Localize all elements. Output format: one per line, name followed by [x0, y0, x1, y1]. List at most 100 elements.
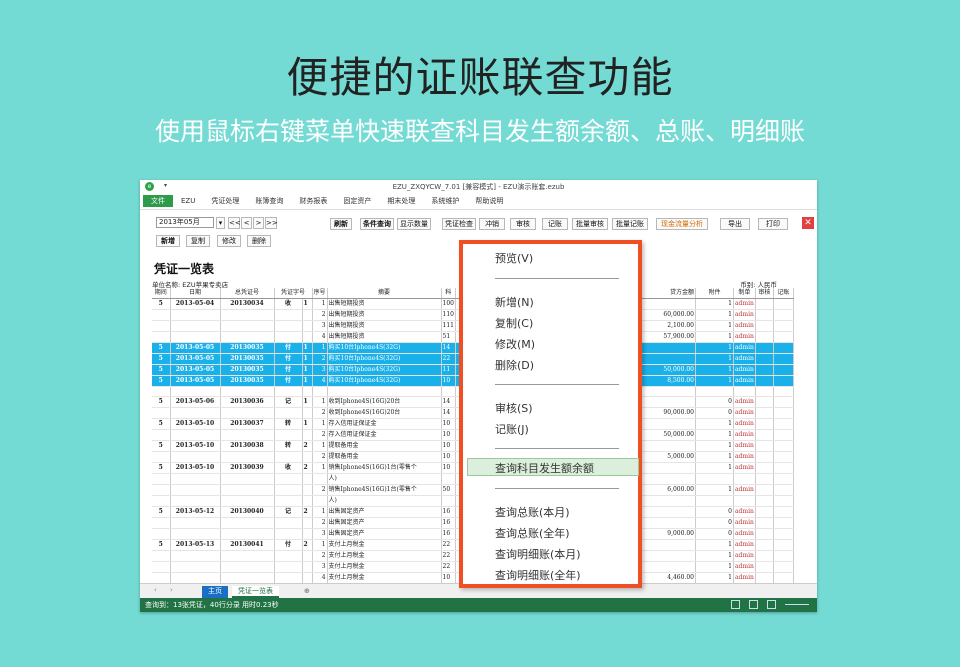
nav-first-button[interactable]: << — [228, 217, 241, 229]
row-summary: 购买10台Iphone4S(32G) — [327, 375, 442, 387]
print-button[interactable]: 打印 — [758, 218, 788, 230]
row-voucher-word: 转 — [274, 440, 303, 453]
edit-button[interactable]: 修改 — [217, 235, 241, 247]
menu-detail-ledger-year[interactable]: 查询明细账(全年) — [495, 567, 581, 583]
row-summary: 购买10台Iphone4S(32G) — [327, 353, 442, 365]
nav-next-button[interactable]: > — [253, 217, 264, 229]
row-voucher-total-no — [220, 429, 275, 442]
tab-voucher-list[interactable]: 凭证一览表 — [232, 586, 279, 598]
tab-scroll-left-icon[interactable]: ‹ — [154, 586, 157, 594]
row-voucher-word: 付 — [274, 375, 303, 387]
window-title: EZU_ZXQYCW_7.01 [兼容模式] - EZU演示账套.ezub — [392, 183, 565, 191]
new-button[interactable]: 新增 — [156, 235, 180, 247]
row-seq: 1 — [312, 396, 328, 409]
close-icon[interactable]: ✕ — [802, 217, 814, 229]
menu-file[interactable]: 文件 — [143, 195, 173, 207]
menu-general-ledger-month[interactable]: 查询总账(本月) — [495, 504, 570, 520]
normal-view-icon[interactable] — [731, 600, 740, 609]
cash-flow-analysis-button[interactable]: 现金流量分析 — [656, 218, 708, 230]
row-voucher-total-no — [220, 407, 275, 420]
row-attachment: 1 — [695, 462, 734, 475]
header-voucher-no: 凭证字号 — [274, 288, 313, 299]
row-attachment: 1 — [695, 539, 734, 552]
menu-period-end[interactable]: 期末处理 — [379, 195, 423, 207]
menu-audit[interactable]: 审核(S) — [495, 400, 533, 416]
menu-help[interactable]: 帮助说明 — [467, 195, 511, 207]
zoom-slider-icon[interactable] — [785, 604, 809, 605]
filter-query-button[interactable]: 条件查询 — [360, 218, 394, 230]
period-dropdown-icon[interactable]: ▾ — [216, 217, 225, 229]
row-attachment: 1 — [695, 298, 734, 310]
menu-query-account-balance[interactable]: 查询科目发生额余额 — [495, 460, 594, 476]
page-break-icon[interactable] — [767, 600, 776, 609]
batch-audit-button[interactable]: 批量审核 — [572, 218, 608, 230]
row-auditor — [755, 309, 774, 321]
menu-reports[interactable]: 财务报表 — [291, 195, 335, 207]
menu-ezu[interactable]: EZU — [173, 195, 203, 207]
row-seq: 1 — [312, 462, 328, 475]
row-auditor — [755, 495, 774, 508]
menu-preview[interactable]: 预览(V) — [495, 250, 533, 266]
row-poster — [773, 506, 794, 519]
nav-prev-button[interactable]: < — [241, 217, 252, 229]
row-voucher-num — [302, 517, 313, 530]
batch-post-button[interactable]: 批量记账 — [612, 218, 648, 230]
header-preparer: 制单 — [733, 288, 756, 299]
row-preparer: admin — [733, 550, 756, 563]
row-voucher-total-no: 20130041 — [220, 539, 275, 552]
row-summary: 出售短期投资 — [327, 309, 442, 321]
menu-system[interactable]: 系统维护 — [423, 195, 467, 207]
add-tab-icon[interactable]: ⊕ — [298, 586, 316, 598]
row-account: 100 — [441, 298, 456, 310]
row-seq: 1 — [312, 298, 328, 310]
menu-ledger[interactable]: 账簿查询 — [247, 195, 291, 207]
page-layout-icon[interactable] — [749, 600, 758, 609]
menu-delete[interactable]: 删除(D) — [495, 357, 534, 373]
menu-copy[interactable]: 复制(C) — [495, 315, 533, 331]
menu-voucher[interactable]: 凭证处理 — [203, 195, 247, 207]
nav-last-button[interactable]: >> — [265, 217, 278, 229]
show-quantity-button[interactable]: 显示数量 — [397, 218, 431, 230]
refresh-button[interactable]: 刷新 — [330, 218, 352, 230]
export-button[interactable]: 导出 — [720, 218, 750, 230]
post-button[interactable]: 记账 — [542, 218, 568, 230]
row-seq: 4 — [312, 375, 328, 387]
row-auditor — [755, 396, 774, 409]
menu-post[interactable]: 记账(J) — [495, 421, 529, 437]
row-period: 5 — [152, 353, 171, 365]
row-voucher-word — [274, 386, 303, 398]
tab-home[interactable]: 主页 — [202, 586, 228, 598]
row-poster — [773, 561, 794, 574]
row-date — [170, 309, 221, 321]
row-poster — [773, 386, 794, 398]
menu-separator — [495, 448, 619, 449]
voucher-check-button[interactable]: 凭证检查 — [442, 218, 476, 230]
row-auditor — [755, 506, 774, 519]
row-account: 14 — [441, 396, 456, 409]
menu-general-ledger-year[interactable]: 查询总账(全年) — [495, 525, 570, 541]
row-auditor — [755, 375, 774, 387]
row-voucher-total-no: 20130035 — [220, 353, 275, 365]
menu-edit[interactable]: 修改(M) — [495, 336, 535, 352]
row-voucher-num — [302, 429, 313, 442]
period-select[interactable]: 2013年05月 — [156, 217, 214, 228]
row-account: 111 — [441, 320, 456, 332]
menu-fixed-assets[interactable]: 固定资产 — [335, 195, 379, 207]
menu-separator — [495, 488, 619, 489]
row-period — [152, 320, 171, 332]
row-attachment: 1 — [695, 451, 734, 464]
reverse-button[interactable]: 冲销 — [479, 218, 505, 230]
delete-button[interactable]: 删除 — [247, 235, 271, 247]
menu-new[interactable]: 新增(N) — [495, 294, 534, 310]
row-preparer: admin — [733, 418, 756, 431]
header-poster: 记账 — [773, 288, 794, 299]
row-preparer: admin — [733, 342, 756, 354]
row-voucher-num: 2 — [302, 462, 313, 475]
copy-button[interactable]: 复制 — [186, 235, 210, 247]
audit-button[interactable]: 审核 — [510, 218, 536, 230]
row-auditor — [755, 451, 774, 464]
row-voucher-num — [302, 331, 313, 343]
tab-scroll-right-icon[interactable]: › — [170, 586, 173, 594]
row-voucher-word: 付 — [274, 364, 303, 376]
menu-detail-ledger-month[interactable]: 查询明细账(本月) — [495, 546, 581, 562]
